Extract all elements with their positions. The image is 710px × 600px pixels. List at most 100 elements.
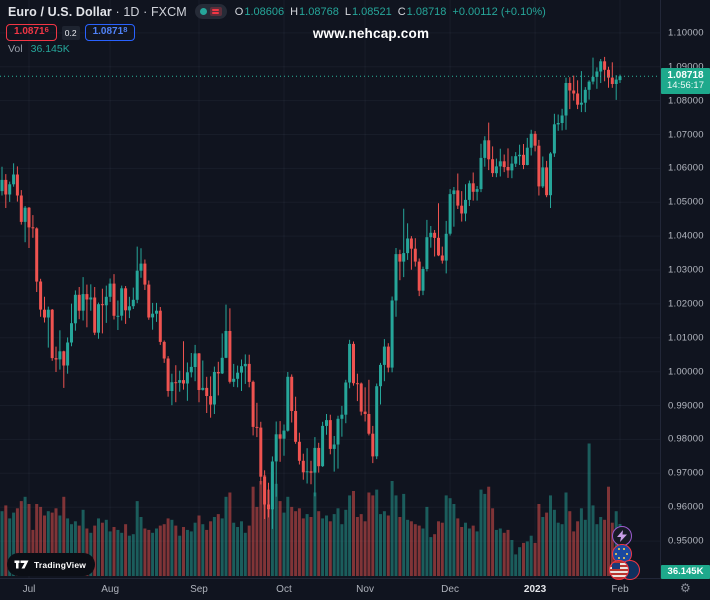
candle-body — [221, 358, 224, 374]
candle-body — [70, 323, 73, 342]
volume-bar — [232, 523, 235, 576]
candle-body — [537, 146, 540, 187]
events-lightning-icon[interactable] — [612, 526, 632, 546]
volume-bar — [464, 523, 467, 576]
volume-bar — [422, 529, 425, 577]
candle-body — [294, 411, 297, 442]
volume-bar — [603, 520, 606, 576]
candle-body — [124, 288, 127, 310]
price-tick-label: 0.97000 — [668, 468, 704, 479]
candle-body — [360, 384, 363, 412]
buy-ask-button[interactable]: 1.08718 — [85, 24, 136, 41]
volume-bar — [97, 518, 100, 576]
symbol-header: Euro / U.S. Dollar · 1D · FXCM O1.08606 … — [8, 4, 546, 19]
chart-pane[interactable] — [0, 0, 660, 578]
price-tick-label: 1.08000 — [668, 95, 704, 106]
candle-body — [364, 412, 367, 414]
price-tick-label: 0.98000 — [668, 434, 704, 445]
volume-bar — [279, 501, 282, 576]
exchange-label: FXCM — [151, 5, 187, 19]
volume-bar — [259, 481, 262, 576]
candle-body — [391, 301, 394, 368]
candle-body — [367, 414, 370, 434]
candle-body — [510, 164, 513, 171]
gear-icon[interactable]: ⚙ — [680, 581, 691, 595]
volume-bar — [174, 526, 177, 576]
volume-bar — [441, 523, 444, 576]
candle-body — [225, 331, 228, 358]
candle-body — [240, 366, 243, 372]
candle-body — [85, 294, 88, 299]
candle-body — [329, 420, 332, 449]
candle-body — [217, 372, 220, 373]
change-value: +0.00112 (+0.10%) — [452, 6, 545, 18]
candle-body — [205, 388, 208, 396]
tradingview-logo-text: TradingView — [34, 560, 86, 570]
candle-body — [213, 372, 216, 405]
candle-body — [344, 383, 347, 415]
sell-bid-button[interactable]: 1.08716 — [6, 24, 57, 41]
source-toggle[interactable] — [195, 4, 227, 19]
volume-bar — [209, 521, 212, 576]
volume-bar — [178, 536, 181, 576]
candle-body — [190, 367, 193, 372]
volume-bar — [549, 495, 552, 576]
volume-bar — [217, 514, 220, 576]
price-tick-label: 1.03000 — [668, 265, 704, 276]
volume-bar — [553, 510, 556, 576]
candle-body — [476, 189, 479, 192]
volume-bar — [105, 520, 108, 576]
volume-bar — [194, 523, 197, 576]
volume-bar — [437, 521, 440, 576]
candle-body — [28, 208, 31, 228]
candle-body — [541, 167, 544, 186]
price-tick-label: 0.99000 — [668, 400, 704, 411]
tradingview-glyph-icon — [14, 559, 29, 570]
price-tick-label: 1.05000 — [668, 197, 704, 208]
candle-body — [47, 310, 50, 318]
eu-star-dot — [623, 548, 625, 550]
candle-body — [255, 427, 258, 428]
candle-body — [418, 262, 421, 291]
volume-bar — [147, 530, 150, 576]
volume-bar — [329, 521, 332, 576]
volume-bar — [255, 507, 258, 576]
volume-bar — [387, 516, 390, 577]
volume-bar — [534, 543, 537, 576]
volume-bar — [275, 484, 278, 576]
volume-bar — [499, 529, 502, 577]
bar-countdown: 14:56:17 — [661, 81, 710, 91]
us-flag-icon[interactable] — [609, 560, 640, 580]
candle-body — [155, 311, 158, 314]
candle-body — [178, 380, 181, 383]
candle-body — [66, 343, 69, 366]
volume-bar — [101, 523, 104, 576]
candle-body — [302, 461, 305, 473]
candle-body — [39, 282, 42, 310]
tradingview-logo[interactable]: TradingView — [7, 553, 95, 576]
visibility-dot-icon[interactable] — [200, 8, 207, 15]
candle-body — [518, 155, 521, 156]
candle-body — [275, 434, 278, 461]
volume-bar — [348, 495, 351, 576]
volume-bar — [429, 537, 432, 576]
candle-body — [522, 155, 525, 165]
low-value: 1.08521 — [352, 6, 392, 18]
candle-body — [51, 310, 54, 358]
candle-body — [313, 448, 316, 473]
ohlc-values: O1.08606 H1.08768 L1.08521 C1.08718 +0.0… — [235, 6, 546, 18]
candle-body — [182, 380, 185, 383]
volume-bar — [371, 495, 374, 576]
symbol-title[interactable]: Euro / U.S. Dollar · 1D · FXCM — [8, 5, 187, 19]
volume-bar — [503, 533, 506, 576]
candle-body — [31, 227, 34, 228]
candle-body — [194, 353, 197, 367]
menu-icon[interactable] — [210, 7, 222, 16]
price-tick-label: 0.95000 — [668, 536, 704, 547]
volume-bar — [595, 524, 598, 576]
candle-body — [619, 76, 622, 80]
candle-body — [379, 365, 382, 386]
volume-bar — [167, 518, 170, 576]
time-axis[interactable]: JulAugSepOctNovDec2023Feb — [0, 578, 710, 600]
volume-bar — [337, 508, 340, 576]
